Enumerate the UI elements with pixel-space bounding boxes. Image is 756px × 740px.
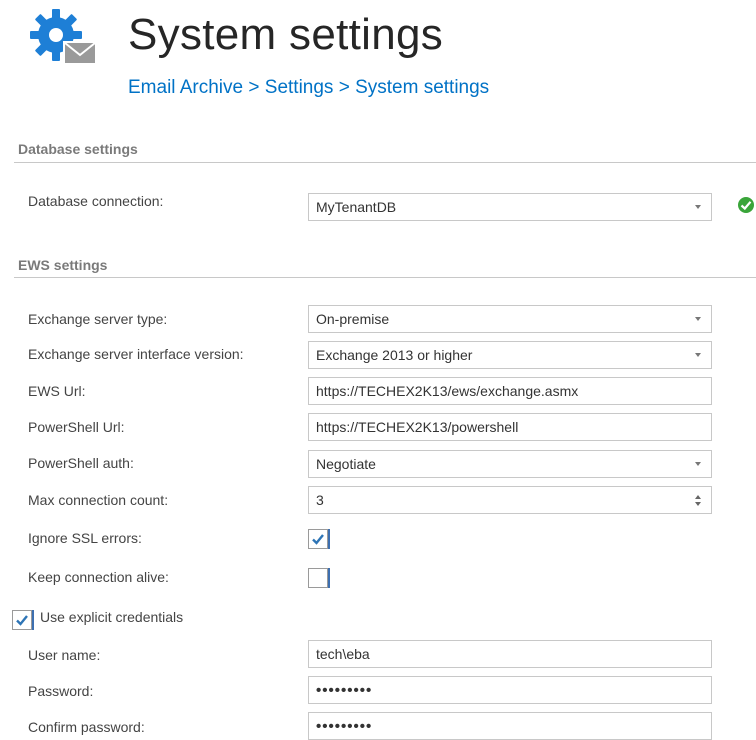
- confirm-password-value: •••••••••: [316, 717, 373, 735]
- exchange-server-type-value: On-premise: [316, 311, 390, 327]
- chevron-down-icon: [695, 353, 701, 357]
- max-connection-count-stepper[interactable]: 3: [308, 486, 712, 514]
- use-explicit-credentials-label: Use explicit credentials: [40, 609, 184, 625]
- breadcrumb-settings[interactable]: Settings: [265, 77, 334, 98]
- checkmark-icon: [312, 534, 324, 545]
- spinner-arrows-icon[interactable]: [695, 494, 701, 506]
- user-name-input[interactable]: tech\eba: [308, 640, 712, 668]
- system-settings-logo-icon: [30, 8, 102, 70]
- section-divider: [14, 162, 756, 163]
- keep-connection-alive-checkbox[interactable]: [308, 568, 330, 588]
- ews-url-input[interactable]: https://TECHEX2K13/ews/exchange.asmx: [308, 377, 712, 405]
- ignore-ssl-errors-checkbox[interactable]: [308, 529, 330, 549]
- keep-connection-alive-label: Keep connection alive:: [28, 569, 169, 585]
- breadcrumb-separator: >: [338, 77, 356, 98]
- exchange-server-type-select[interactable]: On-premise: [308, 305, 712, 333]
- interface-version-label: Exchange server interface version:: [28, 346, 244, 362]
- database-connection-label: Database connection:: [28, 193, 164, 209]
- powershell-auth-value: Negotiate: [316, 456, 376, 472]
- user-name-label: User name:: [28, 647, 101, 663]
- ignore-ssl-errors-label: Ignore SSL errors:: [28, 530, 142, 546]
- powershell-auth-label: PowerShell auth:: [28, 455, 134, 471]
- interface-version-value: Exchange 2013 or higher: [316, 347, 473, 363]
- password-label: Password:: [28, 683, 94, 699]
- use-explicit-credentials-checkbox[interactable]: [12, 610, 34, 630]
- breadcrumb: Email Archive > Settings > System settin…: [128, 77, 489, 99]
- ews-settings-heading: EWS settings: [18, 257, 108, 273]
- breadcrumb-system-settings[interactable]: System settings: [355, 77, 489, 98]
- breadcrumb-email-archive[interactable]: Email Archive: [128, 77, 243, 98]
- exchange-server-type-label: Exchange server type:: [28, 311, 168, 327]
- chevron-down-icon: [695, 205, 701, 209]
- chevron-down-icon: [695, 462, 701, 466]
- chevron-down-icon: [695, 317, 701, 321]
- powershell-url-input[interactable]: https://TECHEX2K13/powershell: [308, 413, 712, 441]
- breadcrumb-separator: >: [248, 77, 265, 98]
- database-connection-value: MyTenantDB: [316, 199, 397, 215]
- checkmark-icon: [16, 615, 28, 626]
- database-settings-heading: Database settings: [18, 141, 138, 157]
- ews-url-value: https://TECHEX2K13/ews/exchange.asmx: [316, 383, 579, 399]
- password-value: •••••••••: [316, 681, 373, 699]
- check-circle-icon: [737, 196, 755, 219]
- user-name-value: tech\eba: [316, 646, 370, 662]
- confirm-password-field[interactable]: •••••••••: [308, 712, 712, 740]
- section-divider: [14, 277, 756, 278]
- powershell-auth-select[interactable]: Negotiate: [308, 450, 712, 478]
- max-connection-count-label: Max connection count:: [28, 492, 169, 508]
- ews-url-label: EWS Url:: [28, 383, 86, 399]
- interface-version-select[interactable]: Exchange 2013 or higher: [308, 341, 712, 369]
- page-title: System settings: [128, 10, 444, 59]
- confirm-password-label: Confirm password:: [28, 719, 145, 735]
- powershell-url-value: https://TECHEX2K13/powershell: [316, 419, 519, 435]
- powershell-url-label: PowerShell Url:: [28, 419, 125, 435]
- max-connection-count-value: 3: [316, 492, 324, 508]
- database-connection-select[interactable]: MyTenantDB: [308, 193, 712, 221]
- password-field[interactable]: •••••••••: [308, 676, 712, 704]
